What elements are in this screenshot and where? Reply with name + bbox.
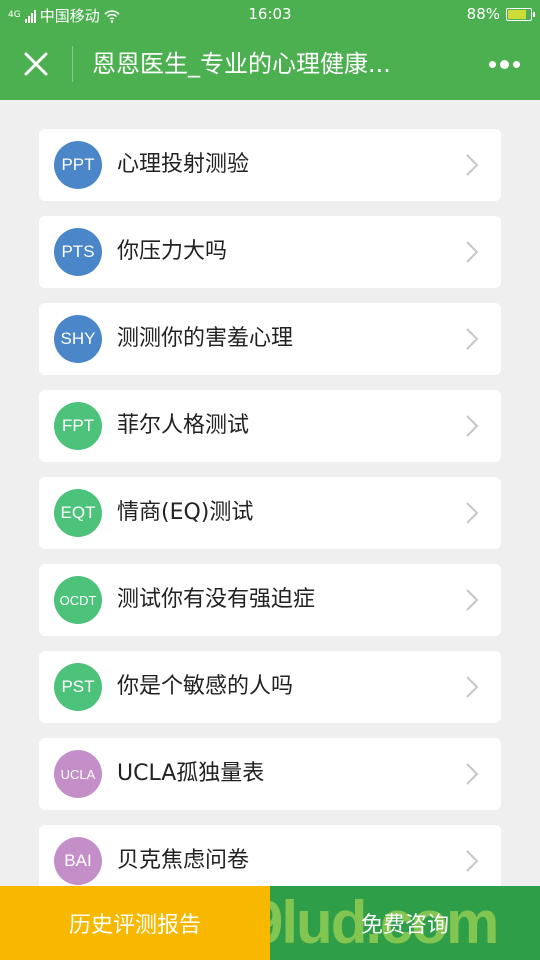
chevron-right-icon: [466, 415, 479, 437]
more-dot-icon: [488, 60, 496, 68]
test-badge: PPT: [54, 141, 102, 189]
test-badge: PST: [54, 663, 102, 711]
page-title: 恩恩医生_专业的心理健康...: [92, 50, 391, 78]
free-consult-button[interactable]: 9lud.com 免费咨询: [270, 886, 540, 960]
battery-fill: [508, 9, 526, 19]
test-label: 你是个敏感的人吗: [117, 674, 294, 699]
test-badge: FPT: [54, 402, 102, 450]
chevron-right-icon: [466, 502, 479, 524]
chevron-right-icon: [466, 589, 479, 611]
test-badge: SHY: [54, 315, 102, 363]
list-item[interactable]: PPT 心理投射测验: [39, 129, 501, 201]
chevron-right-icon: [466, 850, 479, 872]
battery-percent: 88%: [466, 5, 500, 23]
chevron-right-icon: [466, 763, 479, 785]
chevron-right-icon: [466, 154, 479, 176]
list-item[interactable]: FPT 菲尔人格测试: [39, 390, 501, 462]
more-dot-icon: [499, 59, 509, 69]
nav-bar: 恩恩医生_专业的心理健康...: [0, 28, 540, 100]
chevron-right-icon: [466, 241, 479, 263]
test-list: PPT 心理投射测验 PTS 你压力大吗 SHY 测测你的害羞心理 FPT 菲尔人格测试 EQT…: [39, 129, 501, 912]
battery-icon: [506, 7, 535, 21]
test-label: 你压力大吗: [117, 239, 228, 264]
more-button[interactable]: [484, 50, 524, 78]
history-report-label: 历史评测报告: [68, 913, 201, 938]
test-label: 情商(EQ)测试: [117, 500, 254, 525]
test-label: 菲尔人格测试: [117, 413, 250, 438]
status-time: 16:03: [248, 5, 292, 23]
close-button[interactable]: [16, 44, 56, 84]
test-badge: OCDT: [54, 576, 102, 624]
list-item[interactable]: PTS 你压力大吗: [39, 216, 501, 288]
status-bar: 4G 中国移动 16:03 88%: [0, 0, 540, 28]
test-badge: PTS: [54, 228, 102, 276]
test-label: 测试你有没有强迫症: [117, 587, 316, 612]
chevron-right-icon: [466, 328, 479, 350]
list-item[interactable]: OCDT 测试你有没有强迫症: [39, 564, 501, 636]
close-icon: [24, 52, 48, 76]
list-item[interactable]: EQT 情商(EQ)测试: [39, 477, 501, 549]
status-right: 88%: [466, 5, 535, 23]
test-label: 贝克焦虑问卷: [117, 848, 250, 873]
bottom-bar: 历史评测报告 9lud.com 免费咨询: [0, 886, 540, 960]
list-item[interactable]: PST 你是个敏感的人吗: [39, 651, 501, 723]
more-dot-icon: [512, 60, 520, 68]
test-label: UCLA孤独量表: [117, 761, 265, 786]
nav-divider: [72, 46, 73, 82]
test-badge: UCLA: [54, 750, 102, 798]
free-consult-label: 免费咨询: [360, 913, 449, 938]
test-badge: BAI: [54, 837, 102, 885]
list-item[interactable]: SHY 测测你的害羞心理: [39, 303, 501, 375]
chevron-right-icon: [466, 676, 479, 698]
list-item[interactable]: UCLA UCLA孤独量表: [39, 738, 501, 810]
test-badge: EQT: [54, 489, 102, 537]
test-label: 心理投射测验: [117, 152, 250, 177]
history-report-button[interactable]: 历史评测报告: [0, 886, 270, 960]
test-label: 测测你的害羞心理: [117, 326, 294, 351]
